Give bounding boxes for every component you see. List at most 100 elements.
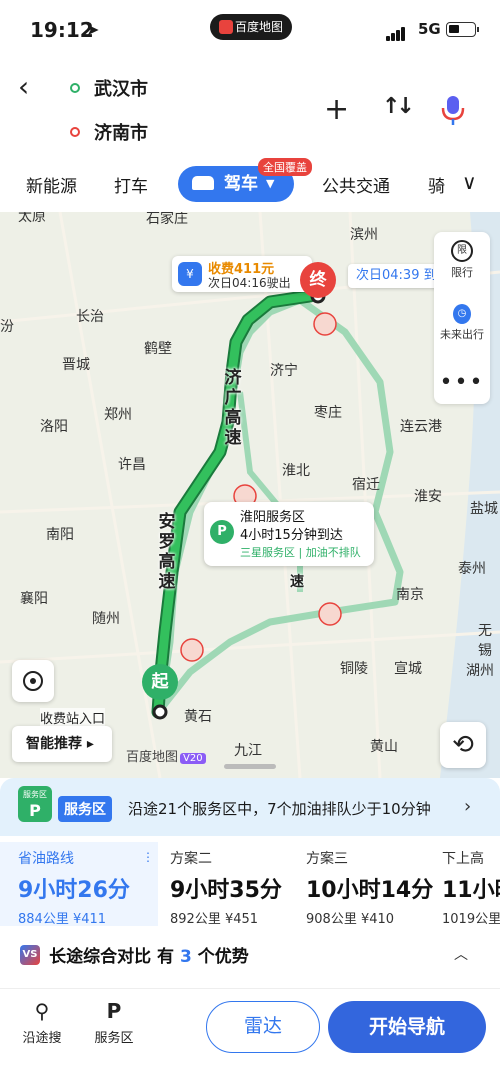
city-label: 淮安 xyxy=(414,489,442,505)
city-label: 晋城 xyxy=(62,357,90,373)
city-label: 宿迁 xyxy=(352,477,380,493)
service-area-card[interactable]: P 淮阳服务区 4小时15分钟到达 三星服务区 | 加油不排队 xyxy=(204,502,374,566)
map-tools-panel: 限 限行 ◷ 未来出行 ••• xyxy=(434,232,490,404)
city-label: 石家庄 xyxy=(146,212,188,227)
city-label: 淮北 xyxy=(282,463,310,479)
smart-recommend-button[interactable]: 智能推荐 ▸ xyxy=(12,726,112,762)
long-trip-compare[interactable]: VS 长途综合对比 有 3 个优势 ︿ xyxy=(20,942,490,972)
plan-card-4[interactable]: 下上高 11小时 1019公里 xyxy=(442,842,500,926)
city-label: 随州 xyxy=(92,611,120,627)
app-indicator: 百度地图 xyxy=(210,14,292,40)
tab-drive-label: 驾车 xyxy=(224,174,258,194)
chevron-up-icon: ︿ xyxy=(454,947,468,963)
more-icon[interactable]: ••• xyxy=(434,370,490,395)
plan-meta: 884公里 ¥411 xyxy=(18,912,107,927)
sheet-drag-handle[interactable] xyxy=(224,764,276,769)
back-icon[interactable]: ‹ xyxy=(18,70,29,103)
city-label: 无锡 xyxy=(478,623,492,659)
origin-row[interactable]: 武汉市 xyxy=(70,66,148,110)
city-label: 济宁 xyxy=(270,363,298,379)
parking-icon: P xyxy=(210,520,234,544)
status-bar: 19:12 ➤ 百度地图 5G xyxy=(0,0,500,56)
end-pin[interactable]: 终 xyxy=(300,262,336,298)
status-time: 19:12 xyxy=(30,18,94,42)
refresh-button[interactable]: ⟲ xyxy=(440,722,486,768)
plan-time: 10小时14分 xyxy=(306,878,434,903)
plan-time: 9小时35分 xyxy=(170,878,282,903)
origin-text: 武汉市 xyxy=(94,79,148,100)
city-label: 襄阳 xyxy=(20,591,48,607)
limit-button[interactable]: 限 限行 xyxy=(434,240,490,280)
origin-dot-icon xyxy=(70,83,80,93)
locate-button[interactable] xyxy=(12,660,54,702)
map-view[interactable]: 太原 石家庄 滨州 长治 汾 济宁 枣庄 连云港 鹤壁 晋城 洛阳 郑州 许昌 … xyxy=(0,212,500,778)
city-label: 黄山 xyxy=(370,739,398,755)
service-area-summary: 沿途21个服务区中，7个加油排队少于10分钟 xyxy=(128,800,431,818)
city-label: 南京 xyxy=(396,587,424,603)
service-area-note: 三星服务区 | 加油不排队 xyxy=(240,546,361,559)
voice-assistant-icon[interactable] xyxy=(440,94,466,126)
route-sheet: 服务区 P 服务区 沿途21个服务区中，7个加油排队少于10分钟 › 省油路线 … xyxy=(0,778,500,1068)
city-label: 湖州 xyxy=(466,663,494,679)
route-header: ‹ 武汉市 济南市 + ↑↓ xyxy=(0,56,500,160)
service-area-banner[interactable]: 服务区 P 服务区 沿途21个服务区中，7个加油排队少于10分钟 › xyxy=(0,778,500,836)
plan-title: 方案二 xyxy=(170,851,212,867)
add-waypoint-icon[interactable]: + xyxy=(324,92,349,127)
chevron-down-icon[interactable]: ∨ xyxy=(462,170,477,194)
location-arrow-icon: ➤ xyxy=(86,20,100,39)
toll-icon: ¥ xyxy=(178,262,202,286)
city-label: 南阳 xyxy=(46,527,74,543)
plan-time: 9小时26分 xyxy=(18,878,130,903)
start-navigation-button[interactable]: 开始导航 xyxy=(328,1001,486,1053)
compare-text: 长途综合对比 有 3 个优势 xyxy=(49,947,249,967)
future-travel-button[interactable]: ◷ 未来出行 xyxy=(434,304,490,342)
city-label: 长治 xyxy=(76,309,104,325)
along-search-button[interactable]: ⚲ 沿途搜 xyxy=(12,999,72,1046)
compare-count: 3 xyxy=(179,947,192,967)
plan-time: 11小时 xyxy=(442,878,500,903)
destination-dot-icon xyxy=(70,127,80,137)
plan-meta: 1019公里 xyxy=(442,912,500,926)
plan-card-2[interactable]: 方案二 9小时35分 892公里 ¥451 xyxy=(170,842,300,927)
tab-new-energy[interactable]: 新能源 xyxy=(26,172,77,197)
service-area-icon-mark: P xyxy=(29,801,41,820)
toll-entrance-text: 收费站入口 xyxy=(40,712,106,727)
chevron-right-icon: › xyxy=(464,796,472,817)
swap-icon[interactable]: ↑↓ xyxy=(382,94,415,119)
plan-card-3[interactable]: 方案三 10小时14分 908公里 ¥410 xyxy=(306,842,436,927)
city-label: 洛阳 xyxy=(40,419,68,435)
service-area-icon: 服务区 P xyxy=(18,786,52,822)
origin-destination: 武汉市 济南市 xyxy=(70,66,148,154)
coverage-badge: 全国覆盖 xyxy=(258,158,312,176)
city-label: 滨州 xyxy=(350,227,378,243)
highway-label-text: 速 xyxy=(290,574,304,590)
service-area-button[interactable]: P 服务区 xyxy=(84,999,144,1046)
service-area-tag: 服务区 xyxy=(58,796,112,822)
city-label: 盐城 xyxy=(470,501,498,517)
toll-info-card[interactable]: ¥ 收费411元 次日04:16驶出 xyxy=(172,256,312,292)
highway-label-anluo: 安罗高速 xyxy=(156,512,178,592)
network-type: 5G xyxy=(418,20,441,38)
along-search-label: 沿途搜 xyxy=(22,1031,62,1046)
tab-cycling[interactable]: 骑 xyxy=(428,172,445,197)
bottom-action-bar: ⚲ 沿途搜 P 服务区 雷达 开始导航 xyxy=(0,988,500,1068)
city-label: 连云港 xyxy=(400,419,442,435)
tab-public-transit[interactable]: 公共交通 xyxy=(322,172,390,197)
plan-card-1[interactable]: 省油路线 9小时26分 884公里 ¥411 ⋮ xyxy=(0,842,158,927)
highway-label: 速 xyxy=(286,572,308,592)
logo-text: 百度地图 xyxy=(126,750,179,765)
radar-button[interactable]: 雷达 xyxy=(206,1001,320,1053)
city-label: 泰州 xyxy=(458,561,486,577)
highway-label-text: 济广高速 xyxy=(224,368,242,448)
highway-label-jiguang: 济广高速 xyxy=(222,368,244,448)
destination-row[interactable]: 济南市 xyxy=(70,110,148,154)
tab-taxi[interactable]: 打车 xyxy=(114,172,148,197)
plan-meta: 908公里 ¥410 xyxy=(306,912,395,927)
start-pin[interactable]: 起 xyxy=(142,664,178,700)
signal-icon xyxy=(386,22,406,41)
car-icon xyxy=(192,176,214,190)
plan-title: 方案三 xyxy=(306,851,348,867)
battery-icon xyxy=(446,22,479,37)
limit-label: 限行 xyxy=(451,266,473,279)
clock-icon: ◷ xyxy=(453,304,471,324)
